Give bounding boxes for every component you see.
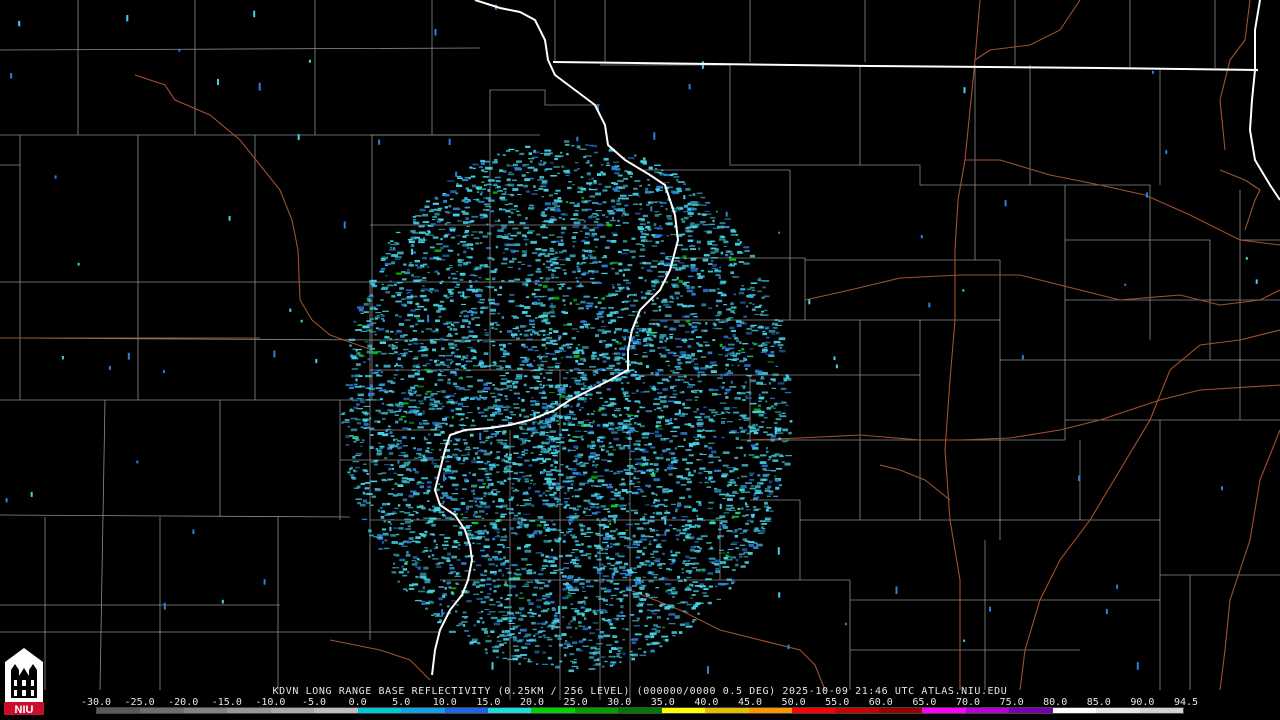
colorbar-swatch [444,708,488,713]
colorbar-swatch [1139,708,1183,713]
colorbar-swatch [487,708,532,713]
colorbar-swatch [314,708,358,713]
niu-logo: NIU [4,648,44,716]
colorbar-swatch [922,708,966,713]
product-header: KDVN LONG RANGE BASE REFLECTIVITY (0.25K… [272,686,1008,697]
radar-site-marker [561,358,573,370]
colorbar-swatch [270,708,315,713]
colorbar-swatch [574,708,619,713]
colorbar-swatch [401,708,445,713]
colorbar-swatch [1052,708,1097,713]
colorbar-swatch [227,708,271,713]
colorbar-swatch [835,708,879,713]
colorbar-swatch [792,708,836,713]
logo-text: NIU [15,704,34,716]
colorbar-swatch [878,708,923,713]
colorbar-swatch [97,708,141,713]
colorbar-swatch [531,708,575,713]
radar-map [0,0,1280,720]
colorbar-swatch [1009,708,1053,713]
colorbar-swatch [965,708,1010,713]
colorbar-swatch [661,708,706,713]
colorbar-swatch [1096,708,1140,713]
colorbar-swatch [618,708,662,713]
reflectivity-colorbar [96,707,1184,714]
colorbar-swatch [183,708,228,713]
colorbar-swatch [140,708,184,713]
colorbar-swatch [357,708,402,713]
colorbar-swatch [705,708,749,713]
colorbar-swatch [748,708,792,713]
